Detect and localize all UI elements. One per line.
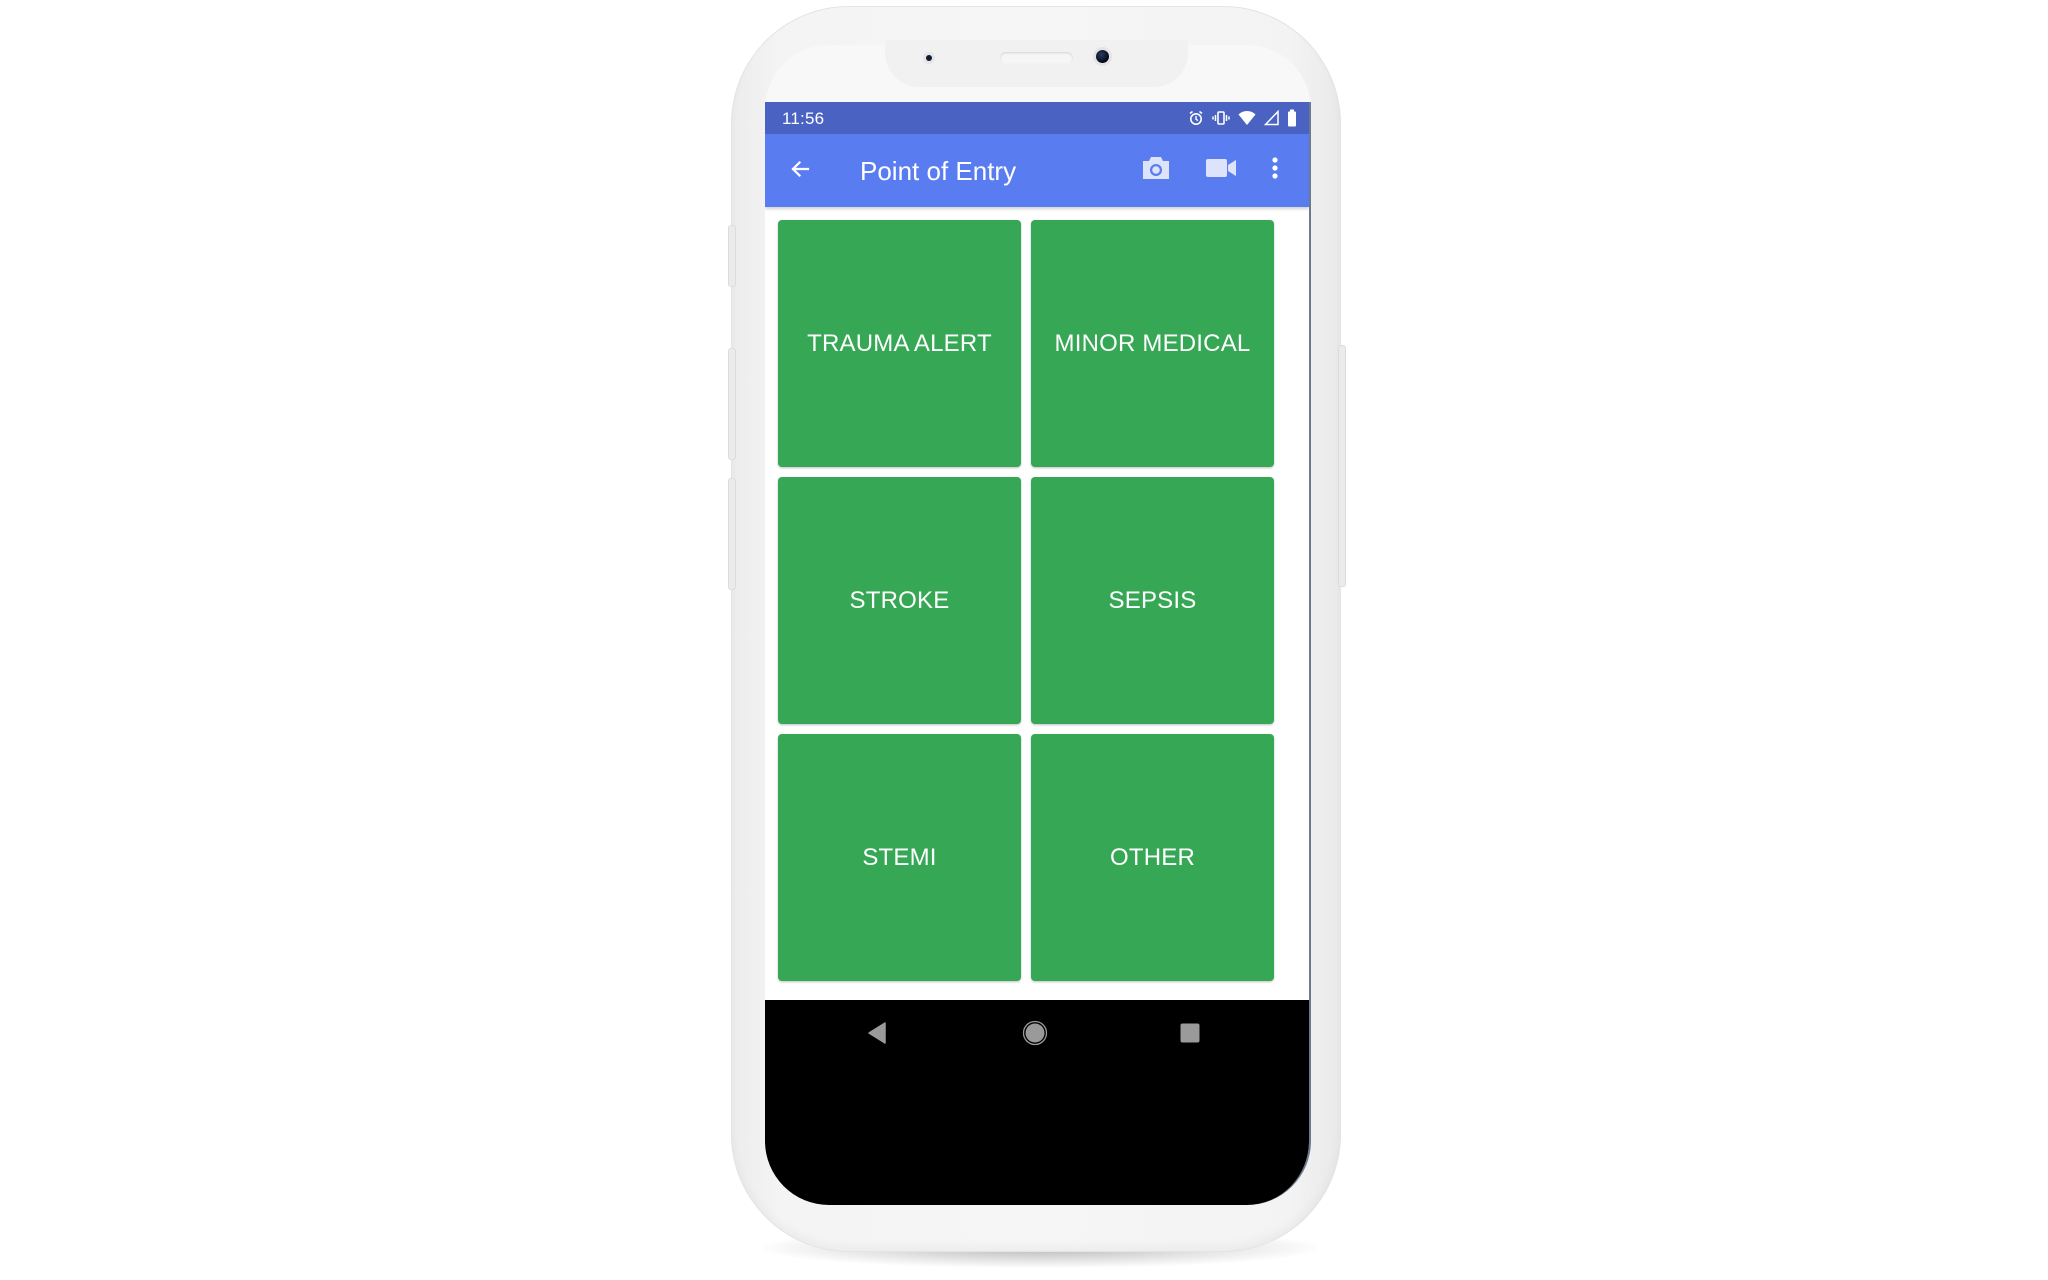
phone-volume-down-button: [728, 478, 736, 590]
phone-volume-up-button: [728, 348, 736, 460]
tile-sepsis[interactable]: SEPSIS: [1031, 477, 1274, 724]
cell-signal-icon: [1264, 110, 1279, 126]
tile-stroke[interactable]: STROKE: [778, 477, 1021, 724]
more-vert-icon: [1271, 156, 1279, 185]
phone-power-button: [1338, 345, 1346, 587]
page-title: Point of Entry: [860, 156, 1017, 186]
tile-other[interactable]: OTHER: [1031, 734, 1274, 981]
back-triangle-icon: [866, 1021, 888, 1050]
status-icons: [1188, 108, 1297, 128]
earpiece-speaker: [1000, 52, 1073, 64]
video-camera-icon: [1205, 157, 1237, 184]
camera-icon: [1140, 155, 1172, 186]
app-bar: Point of Entry: [765, 134, 1309, 207]
phone-screen: 11:56 Point of Entry TRAUMA ALERT MINOR …: [765, 102, 1311, 1205]
phone-side-button: [728, 225, 736, 287]
status-time: 11:56: [782, 109, 825, 128]
tile-stemi[interactable]: STEMI: [778, 734, 1021, 981]
tile-minor-medical[interactable]: MINOR MEDICAL: [1031, 220, 1274, 467]
proximity-sensor: [926, 55, 932, 61]
camera-button[interactable]: [1139, 153, 1173, 187]
video-button[interactable]: [1203, 153, 1239, 187]
arrow-back-icon: [788, 157, 812, 186]
alarm-icon: [1188, 110, 1204, 126]
recents-square-icon: [1179, 1022, 1201, 1049]
battery-icon: [1287, 109, 1297, 127]
status-bar: 11:56: [765, 102, 1309, 134]
tile-trauma-alert[interactable]: TRAUMA ALERT: [778, 220, 1021, 467]
nav-recents-button[interactable]: [1175, 1020, 1205, 1050]
back-button[interactable]: [785, 156, 815, 186]
nav-back-button[interactable]: [862, 1020, 892, 1050]
home-circle-icon: [1022, 1020, 1048, 1051]
nav-home-button[interactable]: [1020, 1020, 1050, 1050]
category-grid: TRAUMA ALERT MINOR MEDICAL STROKE SEPSIS…: [778, 220, 1283, 981]
more-options-button[interactable]: [1265, 153, 1285, 187]
navigation-bar: [765, 1000, 1309, 1205]
front-camera: [1096, 50, 1109, 63]
vibrate-icon: [1212, 110, 1230, 126]
wifi-icon: [1238, 110, 1256, 126]
